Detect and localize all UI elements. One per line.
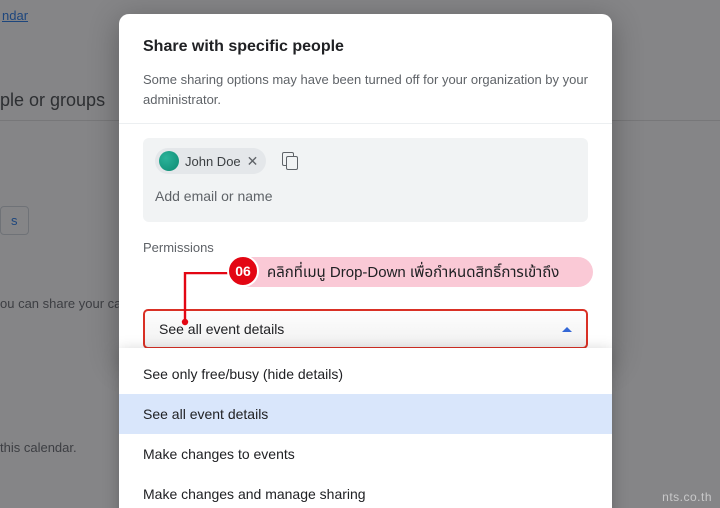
annotation-step-badge: 06 bbox=[227, 255, 259, 287]
remove-chip-icon[interactable]: ✕ bbox=[247, 153, 259, 170]
email-input[interactable]: Add email or name bbox=[155, 188, 576, 204]
recipient-chip[interactable]: John Doe ✕ bbox=[155, 148, 266, 174]
dropdown-option[interactable]: See all event details bbox=[119, 394, 612, 434]
watermark: nts.co.th bbox=[662, 490, 712, 504]
permissions-label: Permissions bbox=[143, 240, 588, 255]
copy-icon[interactable] bbox=[280, 152, 298, 170]
dropdown-option[interactable]: Make changes to events bbox=[119, 434, 612, 474]
dialog-subtitle: Some sharing options may have been turne… bbox=[143, 70, 588, 109]
permissions-dropdown: See only free/busy (hide details) See al… bbox=[119, 348, 612, 508]
dialog-divider bbox=[119, 123, 612, 124]
share-dialog: Share with specific people Some sharing … bbox=[119, 14, 612, 359]
dialog-title: Share with specific people bbox=[143, 38, 588, 56]
avatar bbox=[159, 151, 179, 171]
dropdown-option[interactable]: Make changes and manage sharing bbox=[119, 474, 612, 508]
permissions-select[interactable]: See all event details bbox=[143, 309, 588, 349]
recipient-area: John Doe ✕ Add email or name bbox=[143, 138, 588, 222]
annotation-text: คลิกที่เมนู Drop-Down เพื่อกำหนดสิทธิ์กา… bbox=[267, 261, 559, 284]
dropdown-option[interactable]: See only free/busy (hide details) bbox=[119, 354, 612, 394]
chip-label: John Doe bbox=[185, 154, 241, 169]
chevron-up-icon bbox=[562, 327, 572, 332]
select-value: See all event details bbox=[159, 321, 284, 337]
